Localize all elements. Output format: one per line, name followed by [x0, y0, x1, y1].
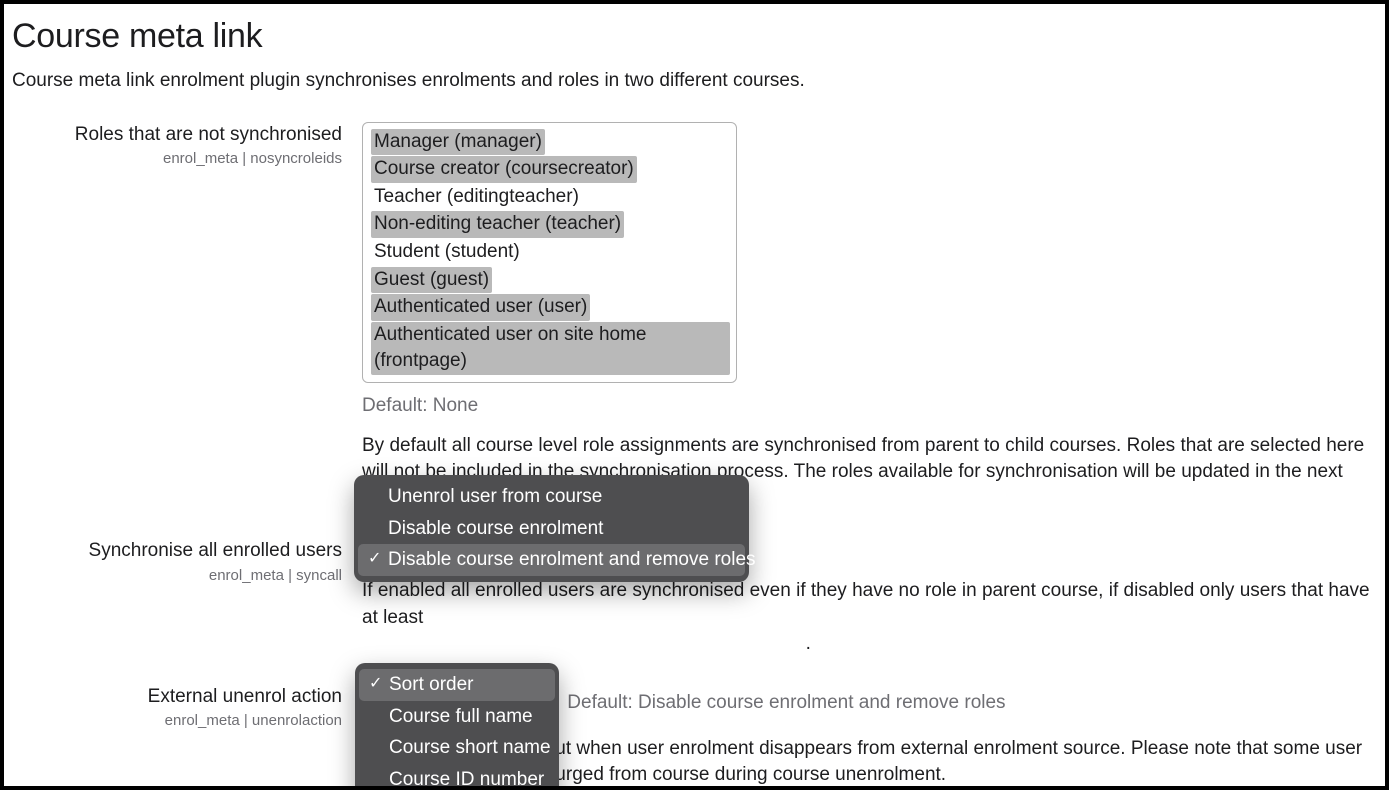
multiselect-roles[interactable]: Manager (manager)Course creator (coursec…: [362, 122, 737, 383]
key-syncall: enrol_meta | syncall: [12, 566, 342, 586]
default-nosyncroleids: Default: None: [362, 393, 1377, 419]
dropdown-option[interactable]: ✓Disable course enrolment and remove rol…: [358, 544, 745, 576]
dropdown-option-label: Sort order: [389, 674, 473, 695]
dropdown-option-label: Course full name: [389, 706, 533, 727]
checkmark-icon: ✓: [368, 548, 381, 570]
role-option[interactable]: Non-editing teacher (teacher): [371, 211, 624, 238]
row-nosyncroleids: Roles that are not synchronised enrol_me…: [12, 122, 1377, 513]
role-option[interactable]: Guest (guest): [371, 267, 492, 294]
dropdown-option[interactable]: Course short name: [359, 732, 555, 764]
role-option[interactable]: Course creator (coursecreator): [371, 156, 637, 183]
desc-syncall-a: If enabled all enrolled users are synchr…: [362, 580, 1370, 628]
page-title: Course meta link: [12, 14, 1377, 60]
role-option[interactable]: Teacher (editingteacher): [371, 184, 582, 211]
dropdown-option[interactable]: Disable course enrolment: [358, 513, 745, 545]
dropdown-option-label: Course short name: [389, 737, 551, 758]
dropdown-coursesort[interactable]: ✓ Sort order Course full name Course short …: [355, 663, 559, 790]
role-option[interactable]: Student (student): [371, 239, 523, 266]
dropdown-option-label: Disable course enrolment: [388, 518, 603, 539]
key-nosyncroleids: enrol_meta | nosyncroleids: [12, 149, 342, 169]
dropdown-option[interactable]: Unenrol user from course: [358, 481, 745, 513]
key-unenrolaction: enrol_meta | unenrolaction: [12, 711, 342, 731]
default-unenrolaction: Default: Disable course enrolment and re…: [567, 692, 1005, 713]
page-subtitle: Course meta link enrolment plugin synchr…: [12, 68, 1377, 94]
desc-syncall-b: .: [806, 633, 811, 654]
label-syncall: Synchronise all enrolled users: [12, 538, 342, 564]
dropdown-option-label: Unenrol user from course: [388, 486, 602, 507]
label-unenrolaction: External unenrol action: [12, 684, 342, 710]
row-unenrolaction: External unenrol action enrol_meta | une…: [12, 684, 1377, 789]
dropdown-option[interactable]: Course full name: [359, 701, 555, 733]
dropdown-option[interactable]: ✓ Sort order: [359, 669, 555, 701]
role-option[interactable]: Authenticated user on site home (frontpa…: [371, 322, 730, 375]
label-nosyncroleids: Roles that are not synchronised: [12, 122, 342, 148]
dropdown-option-label: Disable course enrolment and remove role…: [388, 549, 756, 570]
desc-syncall: If enabled all enrolled users are synchr…: [362, 578, 1372, 658]
checkmark-icon: ✓: [369, 673, 382, 695]
dropdown-unenrolaction[interactable]: Unenrol user from course Disable course e…: [354, 475, 749, 582]
settings-page: Course meta link Course meta link enrolm…: [0, 0, 1389, 790]
role-option[interactable]: Manager (manager): [371, 129, 545, 156]
role-option[interactable]: Authenticated user (user): [371, 294, 590, 321]
